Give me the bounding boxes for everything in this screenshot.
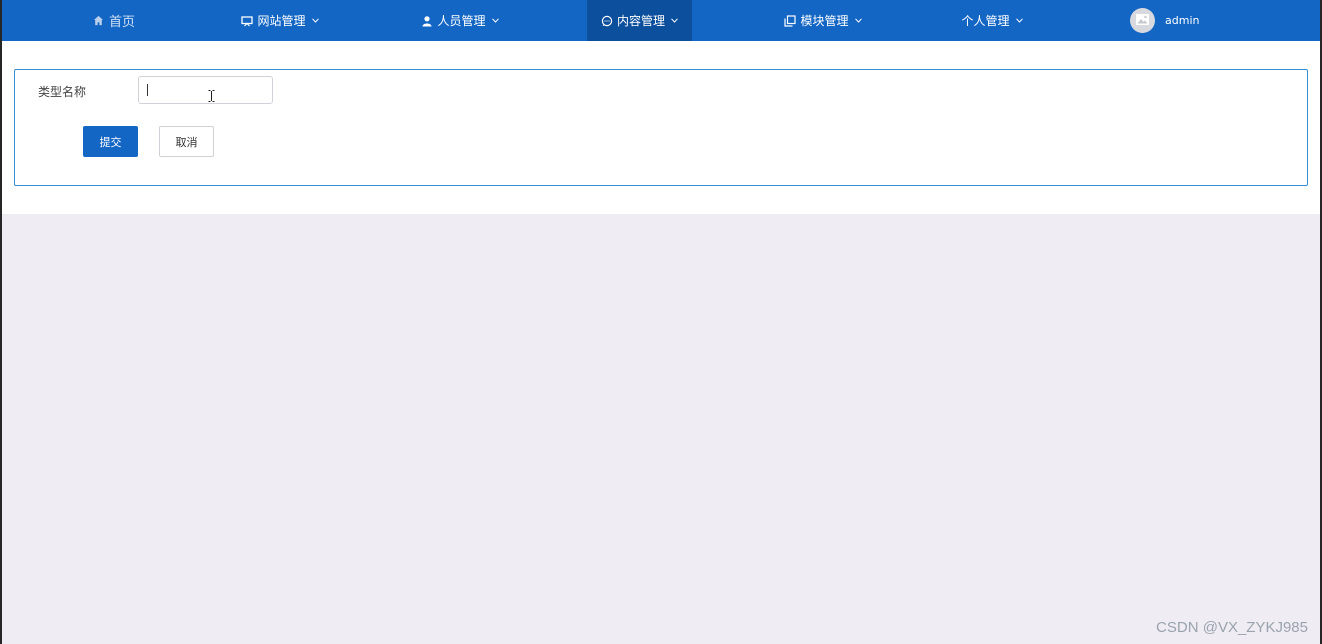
type-form: 类型名称 提交 取消 bbox=[14, 69, 1308, 186]
nav-item-label: 模块管理 bbox=[800, 14, 849, 28]
nav-item-personal-management[interactable]: 个人管理 bbox=[942, 0, 1042, 41]
text-caret bbox=[147, 84, 148, 96]
watermark: CSDN @VX_ZYKJ985 bbox=[1156, 619, 1308, 636]
copy-icon bbox=[784, 14, 797, 27]
person-icon bbox=[421, 15, 433, 27]
chevron-down-icon bbox=[1015, 18, 1023, 23]
nav-item-website-management[interactable]: 网站管理 bbox=[222, 0, 338, 41]
main-content: 类型名称 提交 取消 bbox=[2, 41, 1320, 214]
nav-item-content-management[interactable]: 内容管理 bbox=[587, 0, 692, 41]
chevron-down-icon bbox=[491, 18, 499, 23]
type-name-input[interactable] bbox=[138, 76, 273, 104]
username: admin bbox=[1165, 14, 1200, 27]
nav-item-label: 内容管理 bbox=[616, 14, 665, 28]
submit-button[interactable]: 提交 bbox=[83, 126, 138, 157]
type-name-label: 类型名称 bbox=[38, 85, 87, 99]
top-navigation-bar: 首页 网站管理 人员管理 内容管理 模块管理 个人管理 admin bbox=[2, 0, 1320, 41]
nav-home-label: 首页 bbox=[108, 15, 135, 30]
nav-item-home[interactable]: 首页 bbox=[72, 0, 156, 41]
nav-item-label: 人员管理 bbox=[437, 14, 486, 28]
chevron-down-icon bbox=[854, 18, 862, 23]
chevron-down-icon bbox=[671, 18, 678, 23]
monitor-icon bbox=[241, 15, 254, 27]
nav-item-personnel-management[interactable]: 人员管理 bbox=[402, 0, 518, 41]
avatar-image-icon bbox=[1136, 13, 1149, 28]
chevron-down-icon bbox=[311, 18, 319, 23]
home-icon bbox=[93, 15, 105, 27]
nav-item-label: 个人管理 bbox=[961, 14, 1010, 28]
nav-item-module-management[interactable]: 模块管理 bbox=[765, 0, 881, 41]
cancel-button[interactable]: 取消 bbox=[159, 126, 214, 157]
nav-item-label: 网站管理 bbox=[257, 14, 306, 28]
user-menu[interactable]: admin bbox=[1130, 0, 1218, 41]
chat-icon bbox=[601, 15, 613, 27]
text-cursor-icon bbox=[208, 87, 215, 102]
avatar bbox=[1130, 8, 1155, 33]
